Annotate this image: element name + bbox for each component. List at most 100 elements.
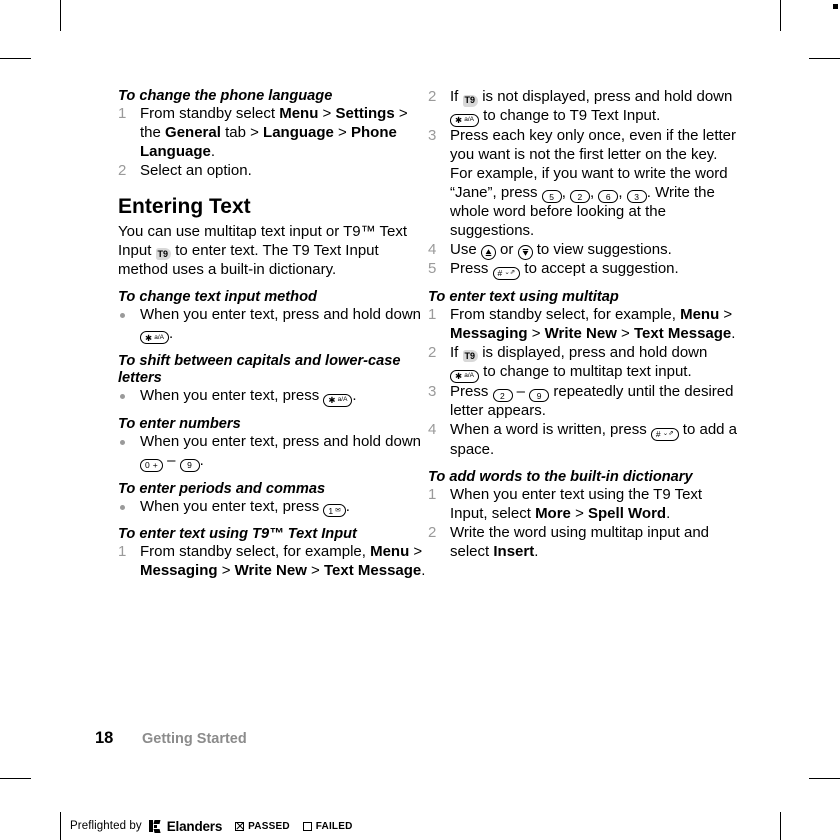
- step-number: 3: [428, 126, 437, 144]
- step-text: If T9 is not displayed, press and hold d…: [450, 88, 733, 127]
- t9-indicator-label: T9: [157, 248, 169, 259]
- bullets-enter-numbers: When you enter text, press and hold down…: [118, 433, 428, 472]
- menu-path-settings: Settings: [335, 104, 395, 122]
- page-number: 18: [95, 729, 114, 747]
- run-text: Press: [450, 382, 493, 400]
- star-a-A-key-icon: ✱ a/A: [323, 394, 353, 408]
- list-item: 1 From standby select Menu > Settings > …: [118, 105, 428, 162]
- heading-change-text-input-method: To change text input method: [118, 288, 317, 305]
- three-key-icon: 3: [626, 190, 647, 204]
- run-sep: >: [719, 305, 733, 323]
- star-a-A-key-icon: ✱ a/A: [450, 113, 479, 127]
- paragraph-text: to enter text. The T9 Text Input method …: [118, 241, 379, 278]
- bullet-dot-icon: [120, 504, 125, 510]
- heading-enter-text-t9: To enter text using T9™ Text Input: [118, 526, 357, 543]
- nine-key-icon: 9: [179, 458, 200, 472]
- preflight-failed-checkbox[interactable]: FAILED: [302, 821, 353, 832]
- checkbox-checked-icon[interactable]: [235, 821, 245, 831]
- bullet-text-after: .: [199, 451, 204, 469]
- menu-path-write-new: Write New: [544, 324, 617, 342]
- six-key-label: 6: [605, 191, 611, 202]
- list-item: 2 If T9 is displayed, press and hold dow…: [428, 344, 738, 383]
- run-text: When a word is written, press: [450, 421, 651, 439]
- menu-path-spell-word: Spell Word: [588, 504, 667, 522]
- nine-key-label: 9: [536, 390, 542, 401]
- run-text: to change to multitap text input.: [479, 362, 692, 380]
- navigation-down-key-icon: [517, 245, 533, 261]
- run-text: to view suggestions.: [532, 241, 672, 259]
- step-number: 1: [428, 305, 437, 323]
- preflight-passed-label: PASSED: [248, 820, 290, 832]
- run-text: From standby select: [140, 104, 280, 122]
- steps-change-phone-language: 1 From standby select Menu > Settings > …: [118, 105, 428, 181]
- run-text: .: [534, 542, 539, 560]
- bullets-change-text-input-method: When you enter text, press and hold down…: [118, 306, 428, 345]
- crop-mark-bottom-right: [780, 812, 781, 840]
- heading-shift-capitals: To shift between capitals and lower-case…: [118, 353, 401, 387]
- run-sep: >: [527, 324, 545, 342]
- t9-indicator-label: T9: [464, 350, 476, 361]
- three-key-label: 3: [634, 191, 640, 202]
- checkbox-empty-icon[interactable]: [302, 821, 312, 831]
- steps-enter-text-multitap: 1 From standby select, for example, Menu…: [428, 306, 738, 460]
- menu-path-messaging: Messaging: [140, 562, 218, 580]
- run-text: Press: [450, 260, 493, 278]
- run-text: to change to T9 Text Input.: [479, 106, 661, 124]
- t9-indicator-icon: T9: [155, 248, 172, 261]
- crop-mark-left-bottom: [0, 778, 31, 779]
- run-text: .: [666, 504, 671, 522]
- list-item: 2 If T9 is not displayed, press and hold…: [428, 88, 738, 127]
- bullets-shift-capitals: When you enter text, press ✱ a/A.: [118, 387, 428, 408]
- bullet-text-after: .: [169, 324, 174, 342]
- crop-mark-left-top: [0, 58, 31, 59]
- navigation-up-key-icon: [480, 245, 496, 261]
- run-text: ,: [618, 183, 627, 201]
- preflight-passed-checkbox[interactable]: PASSED: [235, 821, 290, 832]
- steps-enter-text-t9: 1 From standby select, for example, Menu…: [118, 543, 428, 581]
- step-text: From standby select, for example, Menu >…: [450, 306, 735, 342]
- step-text: Press # ⌄⇗ to accept a suggestion.: [450, 260, 679, 281]
- step-number: 2: [428, 88, 437, 105]
- six-key-icon: 6: [598, 190, 619, 204]
- step-text: When a word is written, press # ⌄⇗ to ad…: [450, 421, 737, 458]
- t9-indicator-icon: T9: [462, 94, 479, 107]
- run-sep: >: [333, 123, 351, 141]
- menu-path-menu: Menu: [279, 104, 319, 122]
- t9-indicator-icon: T9: [462, 350, 479, 363]
- run-sep: tab >: [220, 123, 264, 141]
- step-number: 1: [428, 486, 437, 503]
- run-text: ,: [590, 183, 599, 201]
- two-key-icon: 2: [570, 190, 591, 204]
- step-text: Press 2 – 9 repeatedly until the desired…: [450, 383, 734, 420]
- run-sep: >: [318, 104, 336, 122]
- list-item: 4 Use or to view suggestions.: [428, 241, 738, 261]
- range-dash: –: [512, 382, 530, 400]
- heading-enter-text-multitap: To enter text using multitap: [428, 289, 619, 306]
- menu-path-menu: Menu: [370, 543, 410, 561]
- menu-path-text-message: Text Message: [324, 562, 422, 580]
- step-text: Select an option.: [140, 161, 252, 179]
- step-text: Press each key only once, even if the le…: [450, 127, 736, 240]
- menu-path-text-message: Text Message: [634, 324, 732, 342]
- run-sep: >: [616, 324, 634, 342]
- run-text: is displayed, press and hold down: [478, 343, 708, 361]
- run-text: .: [421, 562, 426, 580]
- two-key-icon: 2: [492, 389, 513, 403]
- bullet-text: When you enter text, press and hold down…: [140, 306, 421, 345]
- crop-mark-right-bottom: [809, 778, 840, 779]
- bullet-dot-icon: [120, 440, 125, 445]
- nine-key-label: 9: [187, 459, 193, 470]
- steps-enter-text-t9-continued: 2 If T9 is not displayed, press and hold…: [428, 88, 738, 281]
- run-text: to accept a suggestion.: [520, 260, 679, 278]
- t9-indicator-label: T9: [464, 95, 476, 105]
- preflight-strip: Preflighted by Elanders PASSED FAILED: [60, 812, 353, 840]
- run-text: If: [450, 88, 463, 105]
- left-column: To change the phone language 1 From stan…: [118, 88, 428, 581]
- run-text: is not displayed, press and hold down: [478, 88, 733, 105]
- menu-path-menu: Menu: [680, 305, 720, 323]
- heading-add-words-dictionary: To add words to the built-in dictionary: [428, 469, 693, 486]
- run-text: If: [450, 343, 463, 361]
- run-text: .: [210, 142, 216, 160]
